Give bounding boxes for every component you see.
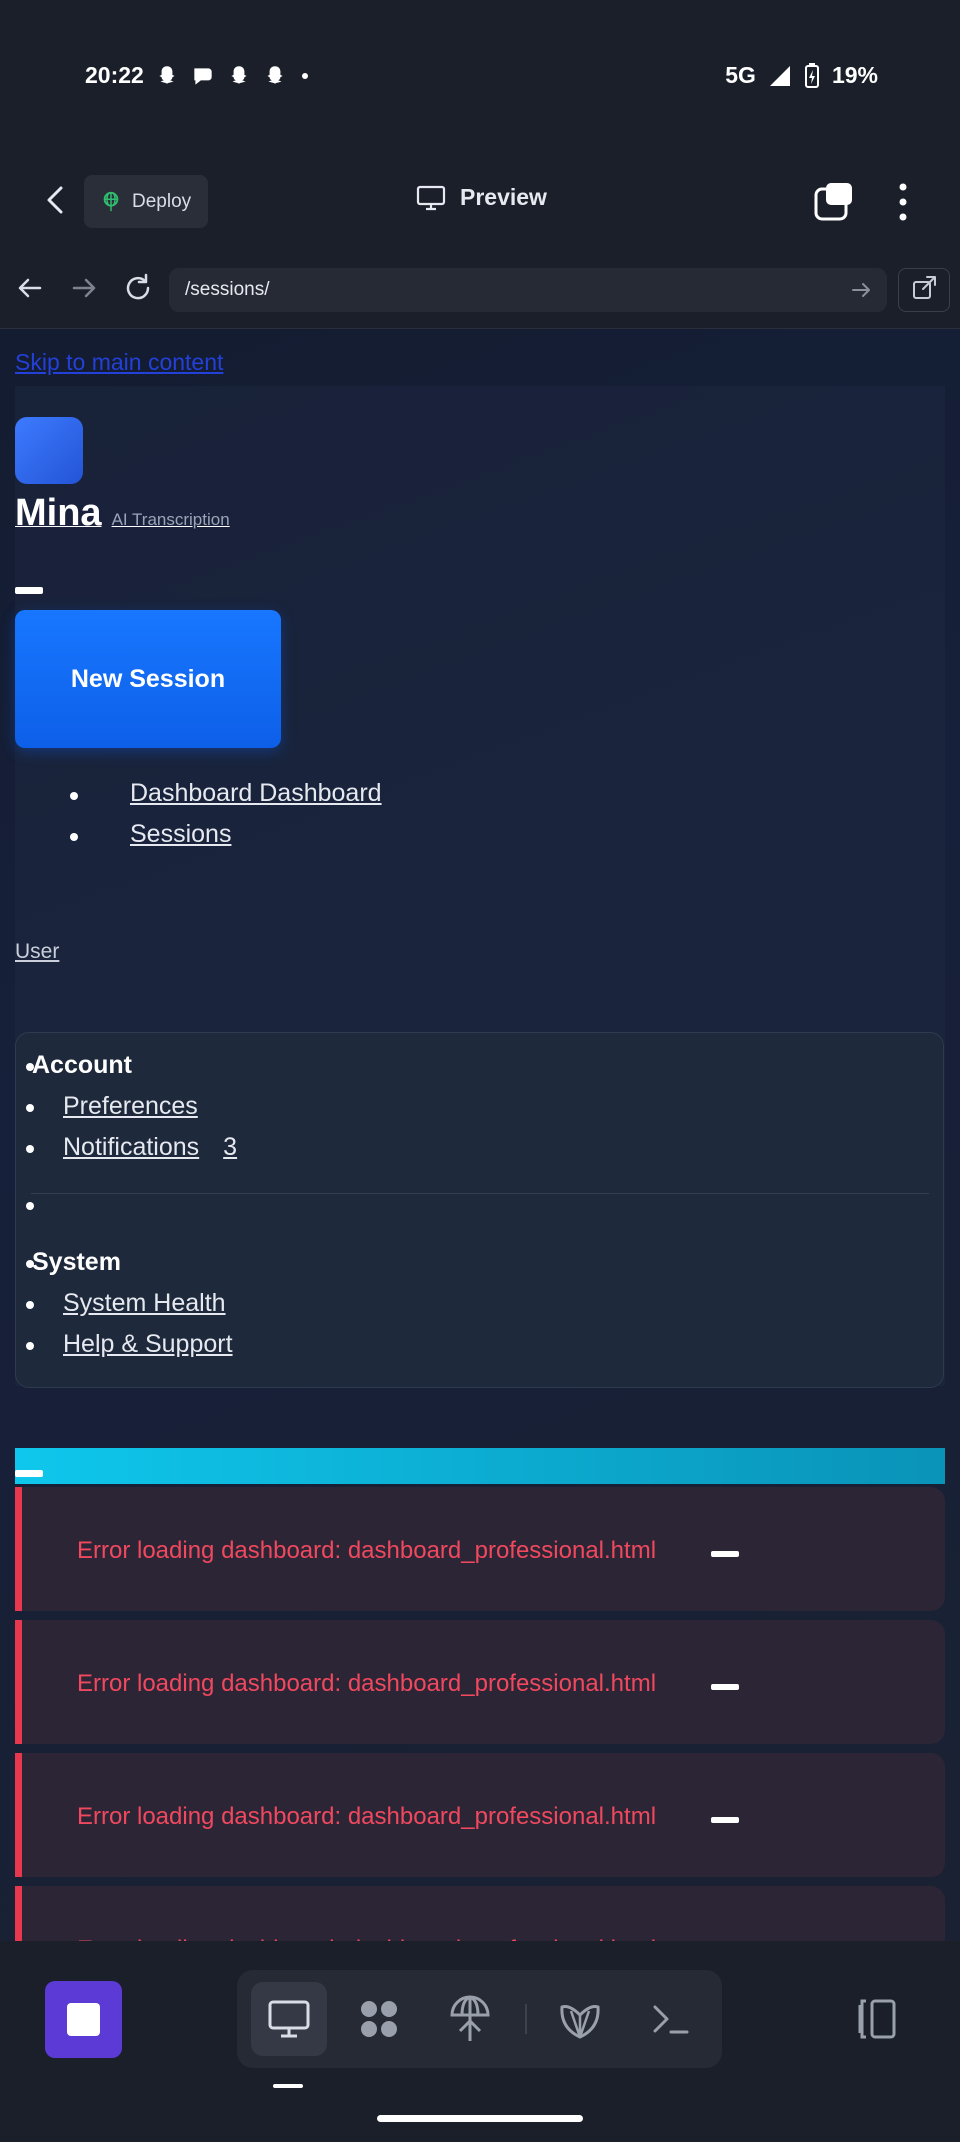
- network-label: 5G: [725, 62, 756, 88]
- new-session-button[interactable]: New Session: [15, 610, 281, 748]
- error-alert: Error loading dashboard: dashboard_profe…: [15, 1753, 945, 1877]
- go-arrow-icon[interactable]: [849, 278, 873, 302]
- menu-divider: [31, 1193, 929, 1194]
- browser-back-icon[interactable]: [14, 272, 46, 304]
- panel-toggle-icon[interactable]: [852, 1997, 898, 2041]
- tool-terminal[interactable]: [633, 1982, 709, 2056]
- monitor-icon: [416, 185, 446, 210]
- snapchat-icon: [231, 65, 247, 84]
- external-link-icon: [913, 276, 936, 299]
- grid-icon: [361, 2001, 397, 2037]
- more-options-icon[interactable]: [888, 180, 918, 224]
- status-bar: 20:22 5G 19%: [0, 0, 960, 150]
- error-alert: Error loading dashboard: dashboard_profe…: [15, 1886, 945, 1941]
- monitor-icon: [268, 2000, 310, 2038]
- browser-forward-icon[interactable]: [68, 272, 100, 304]
- preview-title: Preview: [416, 184, 547, 211]
- home-indicator: [377, 2115, 583, 2122]
- deploy-button[interactable]: Deploy: [84, 175, 208, 228]
- reload-icon[interactable]: [122, 272, 154, 304]
- app-logo: [15, 417, 83, 484]
- top-banner: [15, 1448, 945, 1484]
- menu-item-help-support[interactable]: Help & Support: [26, 1330, 233, 1370]
- nav-item-label: Sessions: [130, 820, 232, 848]
- status-time: 20:22: [85, 62, 144, 88]
- tool-divider: [525, 2004, 527, 2034]
- tool-preview[interactable]: [251, 1982, 327, 2056]
- notifications-badge: 3: [223, 1133, 238, 1161]
- battery-label: 19%: [831, 62, 878, 88]
- stop-button[interactable]: [45, 1981, 122, 2058]
- nav-item-label: Dashboard Dashboard: [130, 779, 382, 807]
- terminal-icon: [653, 2005, 689, 2034]
- user-menu-link[interactable]: User: [15, 940, 59, 964]
- dismiss-button[interactable]: [711, 1684, 739, 1690]
- skip-to-content-link[interactable]: Skip to main content: [15, 349, 223, 376]
- tool-grid[interactable]: [341, 1982, 417, 2056]
- collapse-toggle[interactable]: [15, 587, 43, 594]
- back-icon[interactable]: [36, 180, 76, 220]
- app-header: Deploy Preview: [0, 150, 960, 251]
- error-alert: Error loading dashboard: dashboard_profe…: [15, 1487, 945, 1611]
- snapchat-icon: [267, 65, 283, 84]
- web-content: Skip to main content Mina AI Transcriptio…: [0, 329, 960, 1941]
- dismiss-button[interactable]: [711, 1817, 739, 1823]
- account-heading: Account: [26, 1051, 132, 1091]
- tool-shell[interactable]: [542, 1982, 618, 2056]
- signal-icon: [769, 65, 790, 86]
- error-message: Error loading dashboard: dashboard_profe…: [77, 1537, 657, 1564]
- shell-icon: [560, 2005, 600, 2039]
- brand-name: Mina: [15, 492, 102, 534]
- deploy-icon: [103, 191, 119, 211]
- active-tool-indicator: [273, 2084, 303, 2088]
- open-external-button[interactable]: [898, 268, 950, 312]
- tool-group: [237, 1970, 722, 2068]
- error-alert: Error loading dashboard: dashboard_profe…: [15, 1620, 945, 1744]
- dot-icon: [301, 72, 308, 79]
- tabs-icon[interactable]: [812, 180, 856, 224]
- dismiss-button[interactable]: [711, 1551, 739, 1557]
- menu-item-preferences[interactable]: Preferences: [26, 1092, 198, 1132]
- menu-item-notifications[interactable]: Notifications 3: [25, 1133, 238, 1173]
- snapchat-icon: [159, 65, 175, 84]
- banner-toggle[interactable]: [15, 1470, 43, 1477]
- menu-item-system-health[interactable]: System Health: [26, 1289, 226, 1329]
- url-input[interactable]: /sessions/: [169, 268, 887, 312]
- deploy-icon: [450, 1995, 490, 2041]
- bottom-toolbar: [0, 1941, 960, 2142]
- battery-icon: [804, 62, 819, 88]
- brand-link[interactable]: Mina AI Transcription: [15, 492, 230, 535]
- deploy-label: Deploy: [132, 190, 192, 212]
- tool-deploy[interactable]: [432, 1982, 508, 2056]
- url-row: /sessions/: [0, 250, 960, 329]
- url-text: /sessions/: [185, 279, 270, 300]
- user-dropdown-menu: Account Preferences Notifications 3 Syste…: [15, 1032, 944, 1388]
- brand-subtitle: AI Transcription: [111, 510, 230, 529]
- error-message: Error loading dashboard: dashboard_profe…: [77, 1803, 657, 1830]
- error-message: Error loading dashboard: dashboard_profe…: [77, 1670, 657, 1697]
- chat-icon: [194, 67, 212, 85]
- preview-label: Preview: [460, 184, 547, 210]
- system-heading: System: [26, 1248, 121, 1288]
